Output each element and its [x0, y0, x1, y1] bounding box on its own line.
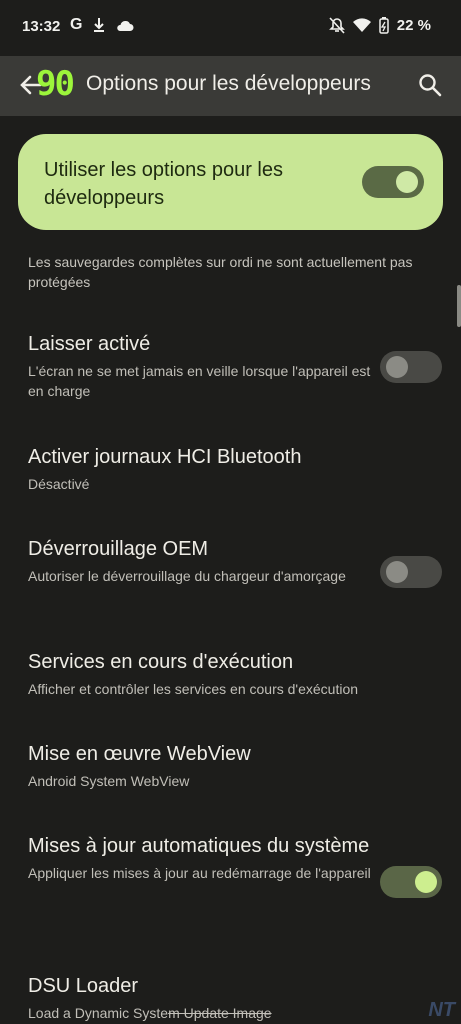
pref-subtitle: Désactivé	[28, 476, 90, 492]
pref-subtitle: Afficher et contrôler les services en co…	[28, 681, 359, 697]
page-title: Options pour les développeurs	[86, 72, 371, 95]
scrollbar-thumb[interactable]	[457, 285, 461, 327]
pref-title: Mises à jour automatiques du système	[28, 835, 370, 857]
auto-updates-toggle[interactable]	[380, 866, 442, 898]
pref-title: DSU Loader	[28, 975, 139, 997]
pref-subtitle: Appliquer les mises à jour au redémarrag…	[28, 865, 371, 881]
pref-title: Services en cours d'exécution	[28, 651, 294, 673]
pref-subtitle: L'écran ne se met jamais en veille lorsq…	[28, 363, 371, 399]
pref-subtitle: Load a Dynamic System Update Image	[28, 1003, 428, 1023]
switch-thumb	[386, 356, 408, 378]
google-icon: G	[70, 16, 83, 33]
master-toggle-switch[interactable]	[362, 166, 424, 198]
status-left-icons: G	[70, 16, 134, 34]
pref-title: Laisser activé	[28, 333, 151, 355]
search-icon[interactable]	[417, 72, 443, 98]
switch-thumb	[415, 871, 437, 893]
pref-subtitle-part: Load a Dynamic Syste	[28, 1005, 169, 1021]
pref-title: Activer journaux HCI Bluetooth	[28, 446, 302, 468]
pref-dsu-loader[interactable]: DSU Loader Load a Dynamic System Update …	[28, 972, 428, 1023]
master-developer-options-card[interactable]: Utiliser les options pour les développeu…	[18, 134, 443, 230]
battery-charging-icon	[379, 17, 389, 34]
wifi-icon	[352, 18, 371, 32]
pref-oem-unlock[interactable]: Déverrouillage OEM Autoriser le déverrou…	[28, 535, 388, 586]
pref-title: Mise en œuvre WebView	[28, 743, 251, 765]
pref-subtitle: Autoriser le déverrouillage du chargeur …	[28, 568, 346, 584]
master-toggle-label: Utiliser les options pour les développeu…	[44, 159, 283, 209]
stay-awake-toggle[interactable]	[380, 351, 442, 383]
watermark-logo: NT	[428, 999, 455, 1021]
status-time: 13:32	[22, 18, 61, 35]
backup-warning-text: Les sauvegardes complètes sur ordi ne so…	[28, 254, 413, 290]
status-bar: 13:32 G 22 %	[0, 0, 461, 56]
fps-overlay: 90	[36, 64, 75, 104]
pref-subtitle-part-struck: m Update Image	[168, 1005, 272, 1021]
pref-auto-system-updates[interactable]: Mises à jour automatiques du système App…	[28, 832, 388, 883]
switch-thumb	[396, 171, 418, 193]
pref-title: Déverrouillage OEM	[28, 538, 209, 560]
pref-subtitle: Android System WebView	[28, 773, 190, 789]
battery-percent: 22 %	[396, 17, 431, 34]
download-icon	[94, 18, 105, 32]
status-right-icons: 22 %	[328, 17, 431, 34]
pref-running-services[interactable]: Services en cours d'exécution Afficher e…	[28, 648, 448, 699]
switch-thumb	[386, 561, 408, 583]
app-bar: 90 Options pour les développeurs	[0, 56, 461, 116]
pref-webview-implementation[interactable]: Mise en œuvre WebView Android System Web…	[28, 740, 388, 791]
cloud-icon	[117, 20, 134, 31]
pref-stay-awake[interactable]: Laisser activé L'écran ne se met jamais …	[28, 330, 388, 401]
oem-unlock-toggle[interactable]	[380, 556, 442, 588]
mute-icon	[328, 17, 345, 34]
pref-bluetooth-hci-log[interactable]: Activer journaux HCI Bluetooth Désactivé	[28, 443, 388, 494]
